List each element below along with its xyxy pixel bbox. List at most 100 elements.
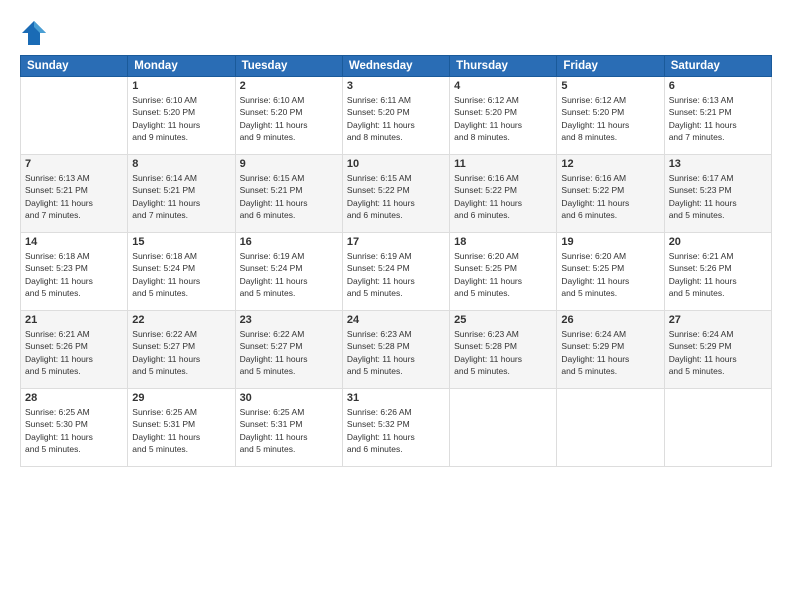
- header: [20, 15, 772, 47]
- day-cell: 11 Sunrise: 6:16 AMSunset: 5:22 PMDayligh…: [450, 155, 557, 233]
- day-info: Sunrise: 6:23 AMSunset: 5:28 PMDaylight:…: [454, 328, 552, 377]
- day-info: Sunrise: 6:21 AMSunset: 5:26 PMDaylight:…: [25, 328, 123, 377]
- day-cell: 16 Sunrise: 6:19 AMSunset: 5:24 PMDayligh…: [235, 233, 342, 311]
- day-number: 28: [25, 392, 123, 404]
- day-number: 2: [240, 80, 338, 92]
- day-number: 18: [454, 236, 552, 248]
- day-cell: 26 Sunrise: 6:24 AMSunset: 5:29 PMDayligh…: [557, 311, 664, 389]
- week-row-5: 28 Sunrise: 6:25 AMSunset: 5:30 PMDayligh…: [21, 389, 772, 467]
- day-info: Sunrise: 6:20 AMSunset: 5:25 PMDaylight:…: [561, 250, 659, 299]
- day-info: Sunrise: 6:25 AMSunset: 5:31 PMDaylight:…: [132, 406, 230, 455]
- day-number: 27: [669, 314, 767, 326]
- day-number: 24: [347, 314, 445, 326]
- day-cell: 22 Sunrise: 6:22 AMSunset: 5:27 PMDayligh…: [128, 311, 235, 389]
- day-info: Sunrise: 6:16 AMSunset: 5:22 PMDaylight:…: [561, 172, 659, 221]
- day-cell: 17 Sunrise: 6:19 AMSunset: 5:24 PMDayligh…: [342, 233, 449, 311]
- day-info: Sunrise: 6:26 AMSunset: 5:32 PMDaylight:…: [347, 406, 445, 455]
- day-cell: 8Sunrise: 6:14 AMSunset: 5:21 PMDaylight…: [128, 155, 235, 233]
- weekday-header-saturday: Saturday: [664, 56, 771, 77]
- day-info: Sunrise: 6:24 AMSunset: 5:29 PMDaylight:…: [669, 328, 767, 377]
- day-number: 5: [561, 80, 659, 92]
- day-number: 31: [347, 392, 445, 404]
- day-number: 14: [25, 236, 123, 248]
- day-number: 9: [240, 158, 338, 170]
- week-row-4: 21 Sunrise: 6:21 AMSunset: 5:26 PMDayligh…: [21, 311, 772, 389]
- day-number: 29: [132, 392, 230, 404]
- weekday-header-row: SundayMondayTuesdayWednesdayThursdayFrid…: [21, 56, 772, 77]
- day-cell: 12Sunrise: 6:16 AMSunset: 5:22 PMDayligh…: [557, 155, 664, 233]
- day-number: 10: [347, 158, 445, 170]
- day-cell: [664, 389, 771, 467]
- day-info: Sunrise: 6:22 AMSunset: 5:27 PMDaylight:…: [240, 328, 338, 377]
- day-cell: 21 Sunrise: 6:21 AMSunset: 5:26 PMDayligh…: [21, 311, 128, 389]
- page: SundayMondayTuesdayWednesdayThursdayFrid…: [0, 0, 792, 612]
- day-info: Sunrise: 6:14 AMSunset: 5:21 PMDaylight:…: [132, 172, 230, 221]
- day-info: Sunrise: 6:20 AMSunset: 5:25 PMDaylight:…: [454, 250, 552, 299]
- day-info: Sunrise: 6:18 AMSunset: 5:24 PMDaylight:…: [132, 250, 230, 299]
- day-info: Sunrise: 6:10 AMSunset: 5:20 PMDaylight:…: [132, 94, 230, 143]
- day-number: 3: [347, 80, 445, 92]
- day-info: Sunrise: 6:12 AMSunset: 5:20 PMDaylight:…: [561, 94, 659, 143]
- logo: [20, 19, 50, 47]
- day-number: 21: [25, 314, 123, 326]
- week-row-2: 7Sunrise: 6:13 AMSunset: 5:21 PMDaylight…: [21, 155, 772, 233]
- day-info: Sunrise: 6:23 AMSunset: 5:28 PMDaylight:…: [347, 328, 445, 377]
- day-info: Sunrise: 6:13 AMSunset: 5:21 PMDaylight:…: [669, 94, 767, 143]
- day-info: Sunrise: 6:25 AMSunset: 5:30 PMDaylight:…: [25, 406, 123, 455]
- day-number: 19: [561, 236, 659, 248]
- day-number: 13: [669, 158, 767, 170]
- day-cell: 20 Sunrise: 6:21 AMSunset: 5:26 PMDayligh…: [664, 233, 771, 311]
- day-info: Sunrise: 6:19 AMSunset: 5:24 PMDaylight:…: [240, 250, 338, 299]
- day-info: Sunrise: 6:25 AMSunset: 5:31 PMDaylight:…: [240, 406, 338, 455]
- week-row-1: 1 Sunrise: 6:10 AMSunset: 5:20 PMDaylight…: [21, 77, 772, 155]
- day-number: 1: [132, 80, 230, 92]
- day-number: 30: [240, 392, 338, 404]
- day-number: 11: [454, 158, 552, 170]
- day-cell: 5 Sunrise: 6:12 AMSunset: 5:20 PMDaylight…: [557, 77, 664, 155]
- day-number: 17: [347, 236, 445, 248]
- day-cell: 18 Sunrise: 6:20 AMSunset: 5:25 PMDayligh…: [450, 233, 557, 311]
- day-cell: [450, 389, 557, 467]
- day-info: Sunrise: 6:15 AMSunset: 5:21 PMDaylight:…: [240, 172, 338, 221]
- day-cell: 2 Sunrise: 6:10 AMSunset: 5:20 PMDaylight…: [235, 77, 342, 155]
- day-cell: 4 Sunrise: 6:12 AMSunset: 5:20 PMDaylight…: [450, 77, 557, 155]
- day-info: Sunrise: 6:12 AMSunset: 5:20 PMDaylight:…: [454, 94, 552, 143]
- day-info: Sunrise: 6:21 AMSunset: 5:26 PMDaylight:…: [669, 250, 767, 299]
- day-number: 23: [240, 314, 338, 326]
- day-cell: 19 Sunrise: 6:20 AMSunset: 5:25 PMDayligh…: [557, 233, 664, 311]
- day-info: Sunrise: 6:24 AMSunset: 5:29 PMDaylight:…: [561, 328, 659, 377]
- day-number: 22: [132, 314, 230, 326]
- day-cell: 9 Sunrise: 6:15 AMSunset: 5:21 PMDaylight…: [235, 155, 342, 233]
- day-cell: 13 Sunrise: 6:17 AMSunset: 5:23 PMDayligh…: [664, 155, 771, 233]
- day-cell: 10 Sunrise: 6:15 AMSunset: 5:22 PMDayligh…: [342, 155, 449, 233]
- day-number: 26: [561, 314, 659, 326]
- day-number: 25: [454, 314, 552, 326]
- week-row-3: 14Sunrise: 6:18 AMSunset: 5:23 PMDayligh…: [21, 233, 772, 311]
- day-number: 20: [669, 236, 767, 248]
- weekday-header-sunday: Sunday: [21, 56, 128, 77]
- day-number: 15: [132, 236, 230, 248]
- day-cell: [557, 389, 664, 467]
- day-cell: 27 Sunrise: 6:24 AMSunset: 5:29 PMDayligh…: [664, 311, 771, 389]
- weekday-header-tuesday: Tuesday: [235, 56, 342, 77]
- weekday-header-monday: Monday: [128, 56, 235, 77]
- day-number: 16: [240, 236, 338, 248]
- day-info: Sunrise: 6:17 AMSunset: 5:23 PMDaylight:…: [669, 172, 767, 221]
- day-cell: 15 Sunrise: 6:18 AMSunset: 5:24 PMDayligh…: [128, 233, 235, 311]
- day-cell: 14Sunrise: 6:18 AMSunset: 5:23 PMDayligh…: [21, 233, 128, 311]
- day-info: Sunrise: 6:19 AMSunset: 5:24 PMDaylight:…: [347, 250, 445, 299]
- day-info: Sunrise: 6:22 AMSunset: 5:27 PMDaylight:…: [132, 328, 230, 377]
- logo-icon: [20, 19, 48, 47]
- calendar: SundayMondayTuesdayWednesdayThursdayFrid…: [20, 55, 772, 467]
- day-info: Sunrise: 6:15 AMSunset: 5:22 PMDaylight:…: [347, 172, 445, 221]
- day-cell: 28 Sunrise: 6:25 AMSunset: 5:30 PMDayligh…: [21, 389, 128, 467]
- weekday-header-friday: Friday: [557, 56, 664, 77]
- day-info: Sunrise: 6:10 AMSunset: 5:20 PMDaylight:…: [240, 94, 338, 143]
- day-info: Sunrise: 6:11 AMSunset: 5:20 PMDaylight:…: [347, 94, 445, 143]
- day-info: Sunrise: 6:16 AMSunset: 5:22 PMDaylight:…: [454, 172, 552, 221]
- day-number: 4: [454, 80, 552, 92]
- day-cell: 24 Sunrise: 6:23 AMSunset: 5:28 PMDayligh…: [342, 311, 449, 389]
- day-cell: 3 Sunrise: 6:11 AMSunset: 5:20 PMDaylight…: [342, 77, 449, 155]
- weekday-header-thursday: Thursday: [450, 56, 557, 77]
- day-cell: 23 Sunrise: 6:22 AMSunset: 5:27 PMDayligh…: [235, 311, 342, 389]
